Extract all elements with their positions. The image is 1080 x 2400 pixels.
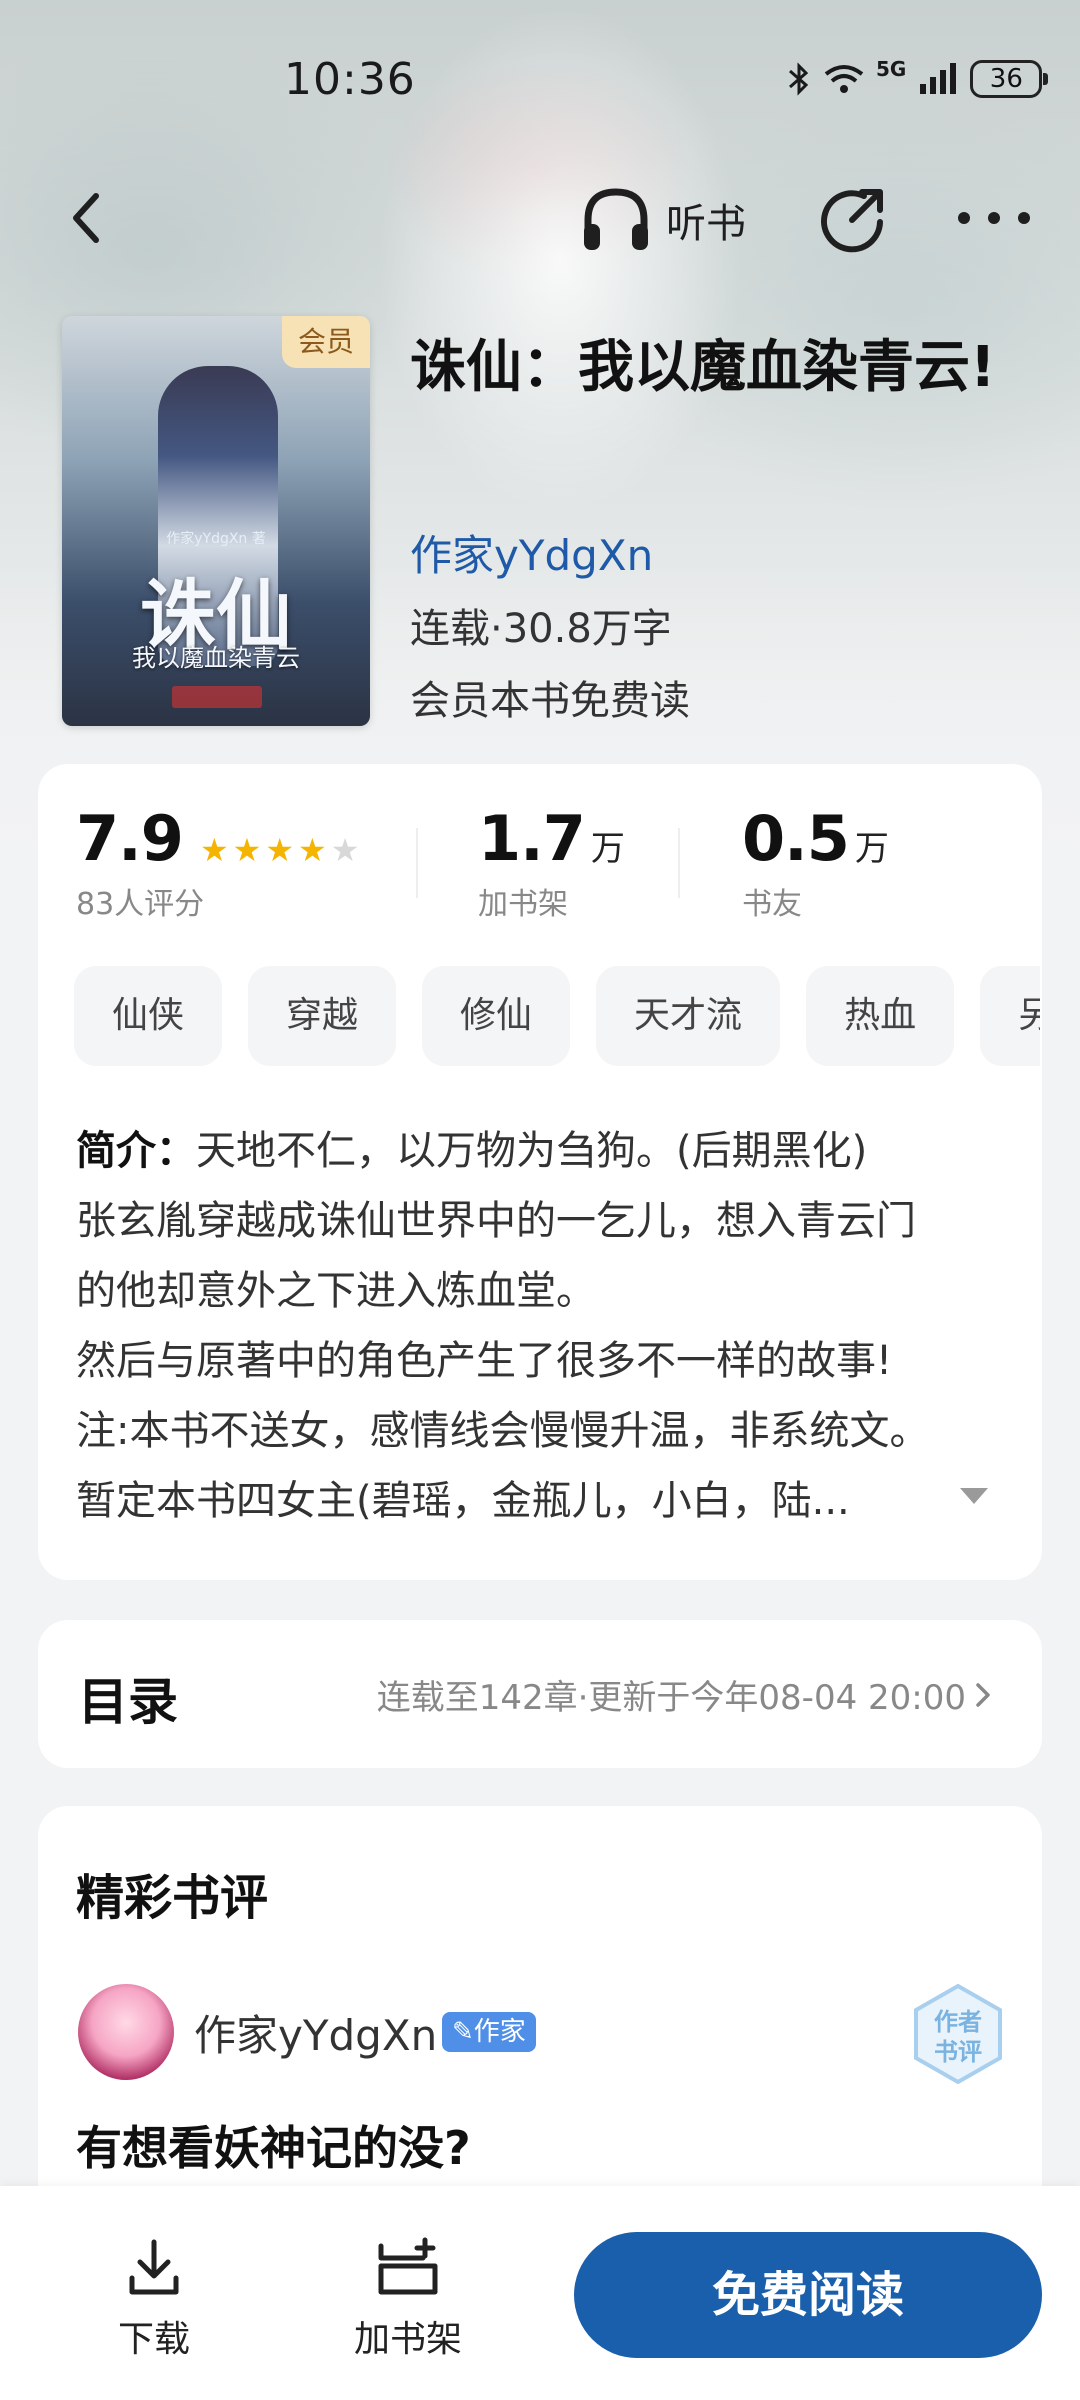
- shelf-value: 1.7: [478, 802, 586, 875]
- stat-divider: [416, 828, 418, 898]
- book-intro[interactable]: 简介：天地不仁，以万物为刍狗。(后期黑化) 张玄胤穿越成诛仙世界中的一乞儿，想入…: [76, 1116, 1006, 1536]
- star-icon: ★: [298, 830, 327, 869]
- tag-chip[interactable]: 热血: [806, 966, 955, 1066]
- fans-stat[interactable]: 0.5 万 书友: [742, 802, 889, 923]
- add-shelf-icon: [378, 2237, 438, 2295]
- shelf-unit: 万: [590, 829, 625, 869]
- vip-free-note: 会员本书免费读: [410, 678, 690, 724]
- author-review-stamp-icon: 作者 书评: [914, 1984, 1002, 2084]
- toc-meta: 连载至142章·更新于今年08-04 20:00: [377, 1670, 992, 1719]
- star-icon: ★: [265, 830, 294, 869]
- network-type: 5G: [876, 57, 907, 81]
- tag-list: 仙侠 穿越 修仙 天才流 热血 另: [74, 966, 1040, 1066]
- download-button[interactable]: 下载: [118, 2236, 190, 2362]
- status-icons: 5G 36: [786, 57, 1049, 98]
- star-icon: ★: [232, 830, 262, 869]
- back-icon[interactable]: [58, 188, 118, 248]
- tag-chip[interactable]: 仙侠: [74, 966, 223, 1066]
- review-title[interactable]: 有想看妖神记的没?: [76, 2112, 471, 2178]
- add-shelf-label: 加书架: [354, 2319, 463, 2360]
- share-icon[interactable]: [818, 184, 888, 254]
- intro-text: 天地不仁，以万物为刍狗。(后期黑化): [196, 1128, 868, 1174]
- cover-subtitle: 我以魔血染青云: [132, 644, 300, 672]
- author-link[interactable]: 作家yYdgXn: [410, 522, 653, 583]
- tag-chip[interactable]: 穿越: [248, 966, 397, 1066]
- fans-unit: 万: [854, 829, 889, 869]
- toc-title: 目录: [78, 1673, 178, 1731]
- listen-button[interactable]: 听书: [578, 184, 746, 256]
- rating-count: 83人评分: [76, 887, 205, 922]
- cover-author: 作家yYdgXn 著: [166, 531, 266, 547]
- shelf-stat: 1.7 万 加书架: [478, 802, 625, 923]
- free-read-button[interactable]: 免费阅读: [574, 2232, 1042, 2358]
- status-time: 10:36: [284, 54, 416, 105]
- rating-stars: ★ ★ ★ ★ ★: [200, 831, 359, 869]
- book-title: 诛仙：我以魔血染青云!: [410, 335, 996, 400]
- signal-icon: [920, 63, 957, 94]
- bluetooth-icon: [789, 62, 809, 96]
- avatar[interactable]: [78, 1984, 174, 2080]
- headphones-icon: [584, 188, 648, 250]
- review-heading: 精彩书评: [76, 1870, 269, 1926]
- intro-line: 然后与原著中的角色产生了很多不一样的故事!: [76, 1338, 893, 1384]
- toc-update-info: 连载至142章·更新于今年08-04 20:00: [376, 1678, 966, 1718]
- book-cover[interactable]: 作家yYdgXn 著 诛仙 我以魔血染青云 会员: [62, 316, 370, 726]
- tag-chip[interactable]: 另: [980, 966, 1040, 1066]
- star-icon: ★: [199, 830, 229, 869]
- chevron-right-icon: [976, 1682, 990, 1707]
- status-bar: 10:36 5G 36: [0, 40, 1080, 120]
- intro-line: 简介：天地不仁，以万物为刍狗。(后期黑化): [76, 1116, 1006, 1186]
- reviewer-name[interactable]: 作家yYdgXn: [194, 2002, 437, 2063]
- star-icon: ★: [330, 830, 360, 869]
- book-status: 连载·30.8万字: [410, 606, 672, 652]
- stamp-text-bottom: 书评: [934, 2038, 982, 2066]
- fans-value: 0.5: [742, 802, 850, 875]
- stat-divider: [678, 828, 680, 898]
- tag-chip[interactable]: 修仙: [422, 966, 571, 1066]
- wifi-icon: [824, 65, 864, 93]
- vip-badge: 会员: [282, 316, 370, 368]
- bottom-action-bar: 下载 加书架 免费阅读: [0, 2186, 1080, 2400]
- battery-icon: 36: [970, 60, 1049, 98]
- toc-card[interactable]: 目录 连载至142章·更新于今年08-04 20:00: [38, 1620, 1042, 1768]
- author-tag-label: 作家: [473, 2017, 526, 2047]
- download-label: 下载: [118, 2319, 191, 2360]
- fans-label: 书友: [742, 887, 802, 922]
- more-icon[interactable]: [954, 198, 1034, 238]
- cover-publisher-logo: [172, 686, 262, 708]
- add-shelf-button[interactable]: 加书架: [354, 2236, 462, 2362]
- pen-icon: ✎: [452, 2017, 474, 2047]
- expand-intro-icon[interactable]: [956, 1484, 992, 1508]
- rating-stat[interactable]: 7.9 ★ ★ ★ ★ ★ 83人评分: [76, 802, 359, 923]
- author-tag: ✎作家: [442, 2012, 536, 2052]
- intro-line: 注:本书不送女，感情线会慢慢升温，非系统文。: [76, 1408, 930, 1454]
- listen-label: 听书: [666, 201, 746, 247]
- intro-line: 张玄胤穿越成诛仙世界中的一乞儿，想入青云门: [76, 1198, 916, 1244]
- shelf-label: 加书架: [478, 887, 568, 922]
- download-icon: [129, 2239, 179, 2295]
- book-info-card: 7.9 ★ ★ ★ ★ ★ 83人评分 1.7 万 加书架 0.5 万 书友 仙侠 穿越 修…: [38, 764, 1042, 1580]
- intro-label: 简介：: [76, 1128, 196, 1174]
- intro-line: 的他却意外之下进入炼血堂。: [76, 1268, 596, 1314]
- stamp-text-top: 作者: [934, 2008, 982, 2036]
- tag-chip[interactable]: 天才流: [596, 966, 781, 1066]
- top-nav: 听书: [0, 170, 1080, 270]
- intro-line: 暂定本书四女主(碧瑶，金瓶儿，小白，陆...: [76, 1478, 850, 1524]
- rating-value: 7.9: [76, 802, 184, 875]
